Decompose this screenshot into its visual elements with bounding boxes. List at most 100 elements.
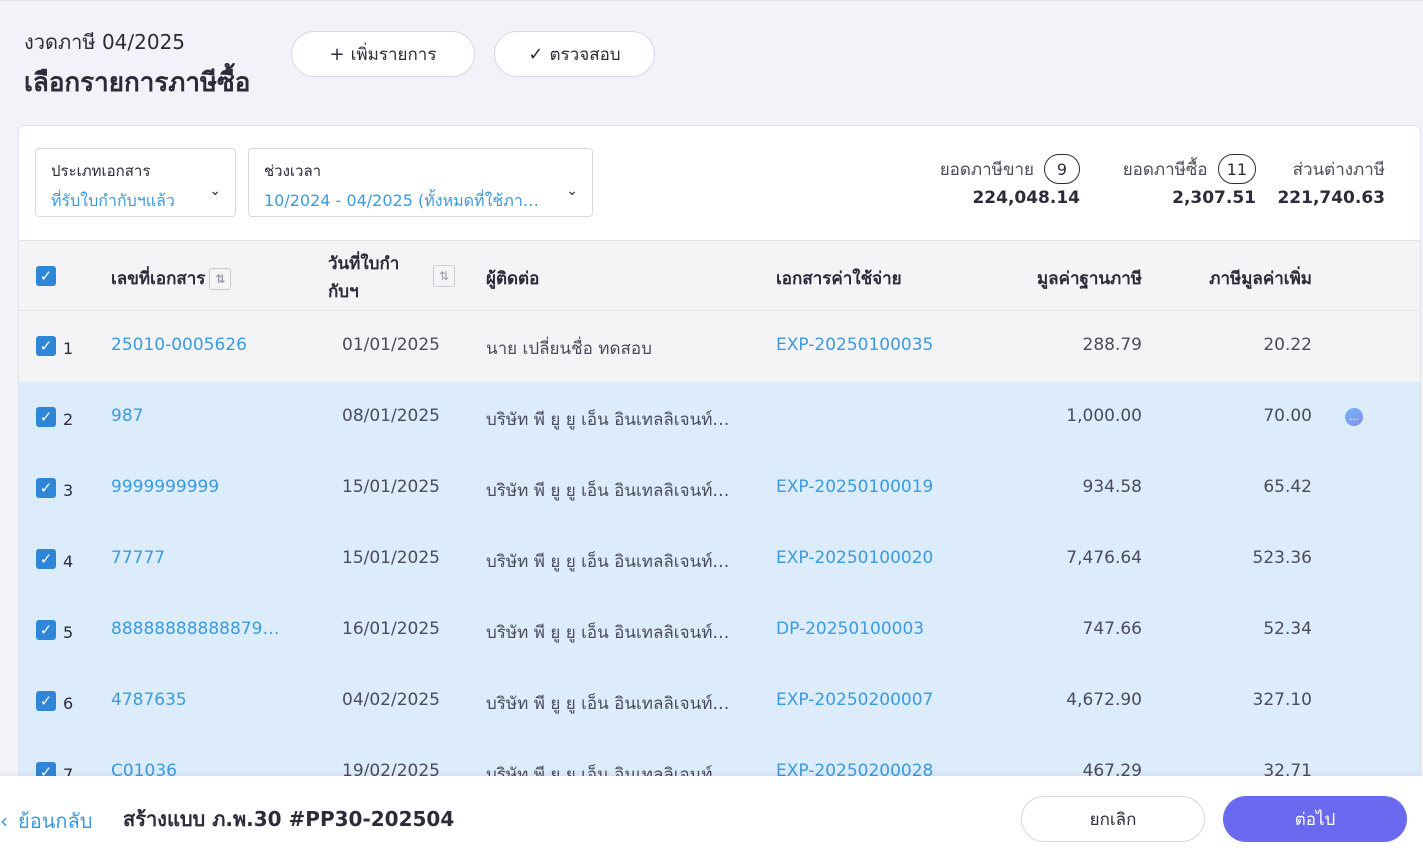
tax-base: 934.58 (1082, 477, 1142, 497)
expense-doc-link[interactable]: EXP-20250200007 (776, 690, 933, 710)
vat-amount: 327.10 (1252, 690, 1312, 710)
back-button[interactable]: ‹ ย้อนกลับ (0, 805, 92, 837)
table-row[interactable]: ✓ 6 4787635 04/02/2025 บริษัท พี ยู ยู เ… (19, 666, 1420, 737)
contact-name: บริษัท พี ยู ยู เอ็น อินเทลลิเจนท์ จำกัด (486, 694, 731, 714)
tax-base: 288.79 (1082, 335, 1142, 355)
tax-difference-summary: ส่วนต่างภาษี 221,740.63 (1277, 154, 1385, 209)
cancel-button[interactable]: ยกเลิก (1021, 796, 1205, 842)
vat-amount: 70.00 (1263, 406, 1312, 426)
vat-amount: 20.22 (1263, 335, 1312, 355)
purchase-tax-summary: ยอดภาษีซื้อ 11 2,307.51 (1123, 154, 1256, 208)
chevron-left-icon: ‹ (0, 809, 8, 833)
header-expense-doc: เอกสารค่าใช้จ่าย (776, 269, 902, 289)
contact-name: บริษัท พี ยู ยู เอ็น อินเทลลิเจนท์ จำกัด (486, 623, 731, 643)
header-vat: ภาษีมูลค่าเพิ่ม (1209, 269, 1312, 289)
row-number: 2 (63, 410, 74, 429)
header-tax-base: มูลค่าฐานภาษี (1036, 269, 1142, 289)
expense-doc-link[interactable]: EXP-20250100035 (776, 335, 933, 355)
contact-name: บริษัท พี ยู ยู เอ็น อินเทลลิเจนท์ จำกัด (486, 481, 731, 501)
doc-link[interactable]: 77777 (111, 548, 286, 568)
form-title: สร้างแบบ ภ.พ.30 #PP30-202504 (123, 807, 455, 831)
tax-period: งวดภาษี 04/2025 (24, 30, 186, 54)
vat-amount: 523.36 (1252, 548, 1312, 568)
table-row[interactable]: ✓ 1 25010-0005626 01/01/2025 นาย เปลี่ยน… (19, 311, 1420, 382)
check-icon: ✓ (528, 43, 544, 65)
tax-difference-label: ส่วนต่างภาษี (1292, 159, 1385, 180)
period-range-value: 10/2024 - 04/2025 (ทั้งหมดที่ใช้ภาษีได้) (264, 191, 544, 210)
table-row[interactable]: ✓ 3 9999999999 15/01/2025 บริษัท พี ยู ย… (19, 453, 1420, 524)
footer-bar: ‹ ย้อนกลับ สร้างแบบ ภ.พ.30 #PP30-202504 … (0, 776, 1423, 854)
expense-doc-link[interactable]: DP-20250100003 (776, 619, 924, 639)
row-number: 3 (63, 481, 74, 500)
doc-link[interactable]: 25010-0005626 (111, 335, 286, 355)
next-button[interactable]: ต่อไป (1223, 796, 1407, 842)
tax-base: 7,476.64 (1066, 548, 1142, 568)
table-row[interactable]: ✓ 4 77777 15/01/2025 บริษัท พี ยู ยู เอ็… (19, 524, 1420, 595)
chevron-down-icon: ⌄ (566, 183, 578, 199)
tax-rows: ✓ 1 25010-0005626 01/01/2025 นาย เปลี่ยน… (19, 311, 1420, 784)
row-number: 5 (63, 623, 74, 642)
row-number: 4 (63, 552, 74, 571)
row-checkbox[interactable]: ✓ (36, 620, 56, 640)
doc-link[interactable]: 888888888888799999 (111, 619, 286, 639)
row-checkbox[interactable]: ✓ (36, 407, 56, 427)
chevron-down-icon: ⌄ (209, 183, 221, 199)
doc-link[interactable]: 4787635 (111, 690, 286, 710)
verify-button[interactable]: ✓ ตรวจสอบ (494, 31, 655, 77)
invoice-date: 01/01/2025 (342, 335, 440, 355)
table-row[interactable]: ✓ 2 987 08/01/2025 บริษัท พี ยู ยู เอ็น … (19, 382, 1420, 453)
verify-label: ตรวจสอบ (549, 44, 621, 65)
doc-link[interactable]: 9999999999 (111, 477, 286, 497)
sort-icon[interactable]: ⇅ (209, 268, 232, 290)
header-doc-no[interactable]: เลขที่เอกสาร ⇅ (111, 265, 232, 292)
expense-doc-link[interactable]: EXP-20250100019 (776, 477, 933, 497)
sales-count-badge: 9 (1044, 154, 1080, 184)
table-row[interactable]: ✓ 5 888888888888799999 16/01/2025 บริษัท… (19, 595, 1420, 666)
invoice-date: 16/01/2025 (342, 619, 440, 639)
table-header: ✓ เลขที่เอกสาร ⇅ วันที่ใบกำกับฯ ⇅ ผู้ติดต… (19, 240, 1420, 311)
header-contact: ผู้ติดต่อ (486, 269, 540, 289)
row-checkbox[interactable]: ✓ (36, 691, 56, 711)
plus-icon: + (329, 43, 345, 65)
row-number: 6 (63, 694, 74, 713)
vat-amount: 65.42 (1263, 477, 1312, 497)
period-range-label: ช่วงเวลา (264, 162, 322, 180)
note-icon[interactable]: … (1345, 408, 1363, 426)
sort-icon[interactable]: ⇅ (433, 265, 455, 287)
add-item-button[interactable]: + เพิ่มรายการ (291, 31, 475, 77)
row-checkbox[interactable]: ✓ (36, 336, 56, 356)
top-divider (0, 0, 1423, 1)
doc-type-label: ประเภทเอกสาร (51, 162, 151, 180)
sales-tax-label: ยอดภาษีขาย (939, 159, 1034, 180)
row-checkbox[interactable]: ✓ (36, 549, 56, 569)
doc-type-value: ที่รับใบกำกับฯแล้ว (51, 191, 175, 210)
invoice-date: 08/01/2025 (342, 406, 440, 426)
doc-link[interactable]: 987 (111, 406, 286, 426)
purchase-tax-value: 2,307.51 (1172, 188, 1256, 208)
row-checkbox[interactable]: ✓ (36, 478, 56, 498)
page-title: เลือกรายการภาษีซื้อ (24, 68, 251, 98)
contact-name: บริษัท พี ยู ยู เอ็น อินเทลลิเจนท์ จำกัด (486, 552, 731, 572)
tax-base: 4,672.90 (1066, 690, 1142, 710)
back-label: ย้อนกลับ (18, 809, 93, 833)
vat-amount: 52.34 (1263, 619, 1312, 639)
contact-name: นาย เปลี่ยนชื่อ ทดสอบ (486, 339, 652, 359)
tax-base: 1,000.00 (1066, 406, 1142, 426)
invoice-date: 04/02/2025 (342, 690, 440, 710)
contact-name: บริษัท พี ยู ยู เอ็น อินเทลลิเจนท์ จำกัด (486, 410, 731, 430)
period-range-select[interactable]: ช่วงเวลา 10/2024 - 04/2025 (ทั้งหมดที่ใช… (248, 148, 593, 217)
row-number: 1 (63, 339, 74, 358)
expense-doc-link[interactable]: EXP-20250100020 (776, 548, 933, 568)
invoice-date: 15/01/2025 (342, 477, 440, 497)
sales-tax-value: 224,048.14 (972, 188, 1080, 208)
invoice-date: 15/01/2025 (342, 548, 440, 568)
purchase-tax-label: ยอดภาษีซื้อ (1122, 159, 1208, 180)
doc-type-select[interactable]: ประเภทเอกสาร ที่รับใบกำกับฯแล้ว ⌄ (35, 148, 236, 217)
purchase-count-badge: 11 (1217, 154, 1256, 184)
header-invoice-date: วันที่ใบกำกับฯ (328, 254, 400, 302)
add-item-label: เพิ่มรายการ (350, 44, 437, 65)
select-all-checkbox[interactable]: ✓ (36, 266, 56, 286)
tax-list-card: ประเภทเอกสาร ที่รับใบกำกับฯแล้ว ⌄ ช่วงเว… (18, 125, 1421, 785)
tax-base: 747.66 (1082, 619, 1142, 639)
sales-tax-summary: ยอดภาษีขาย 9 224,048.14 (940, 154, 1080, 208)
